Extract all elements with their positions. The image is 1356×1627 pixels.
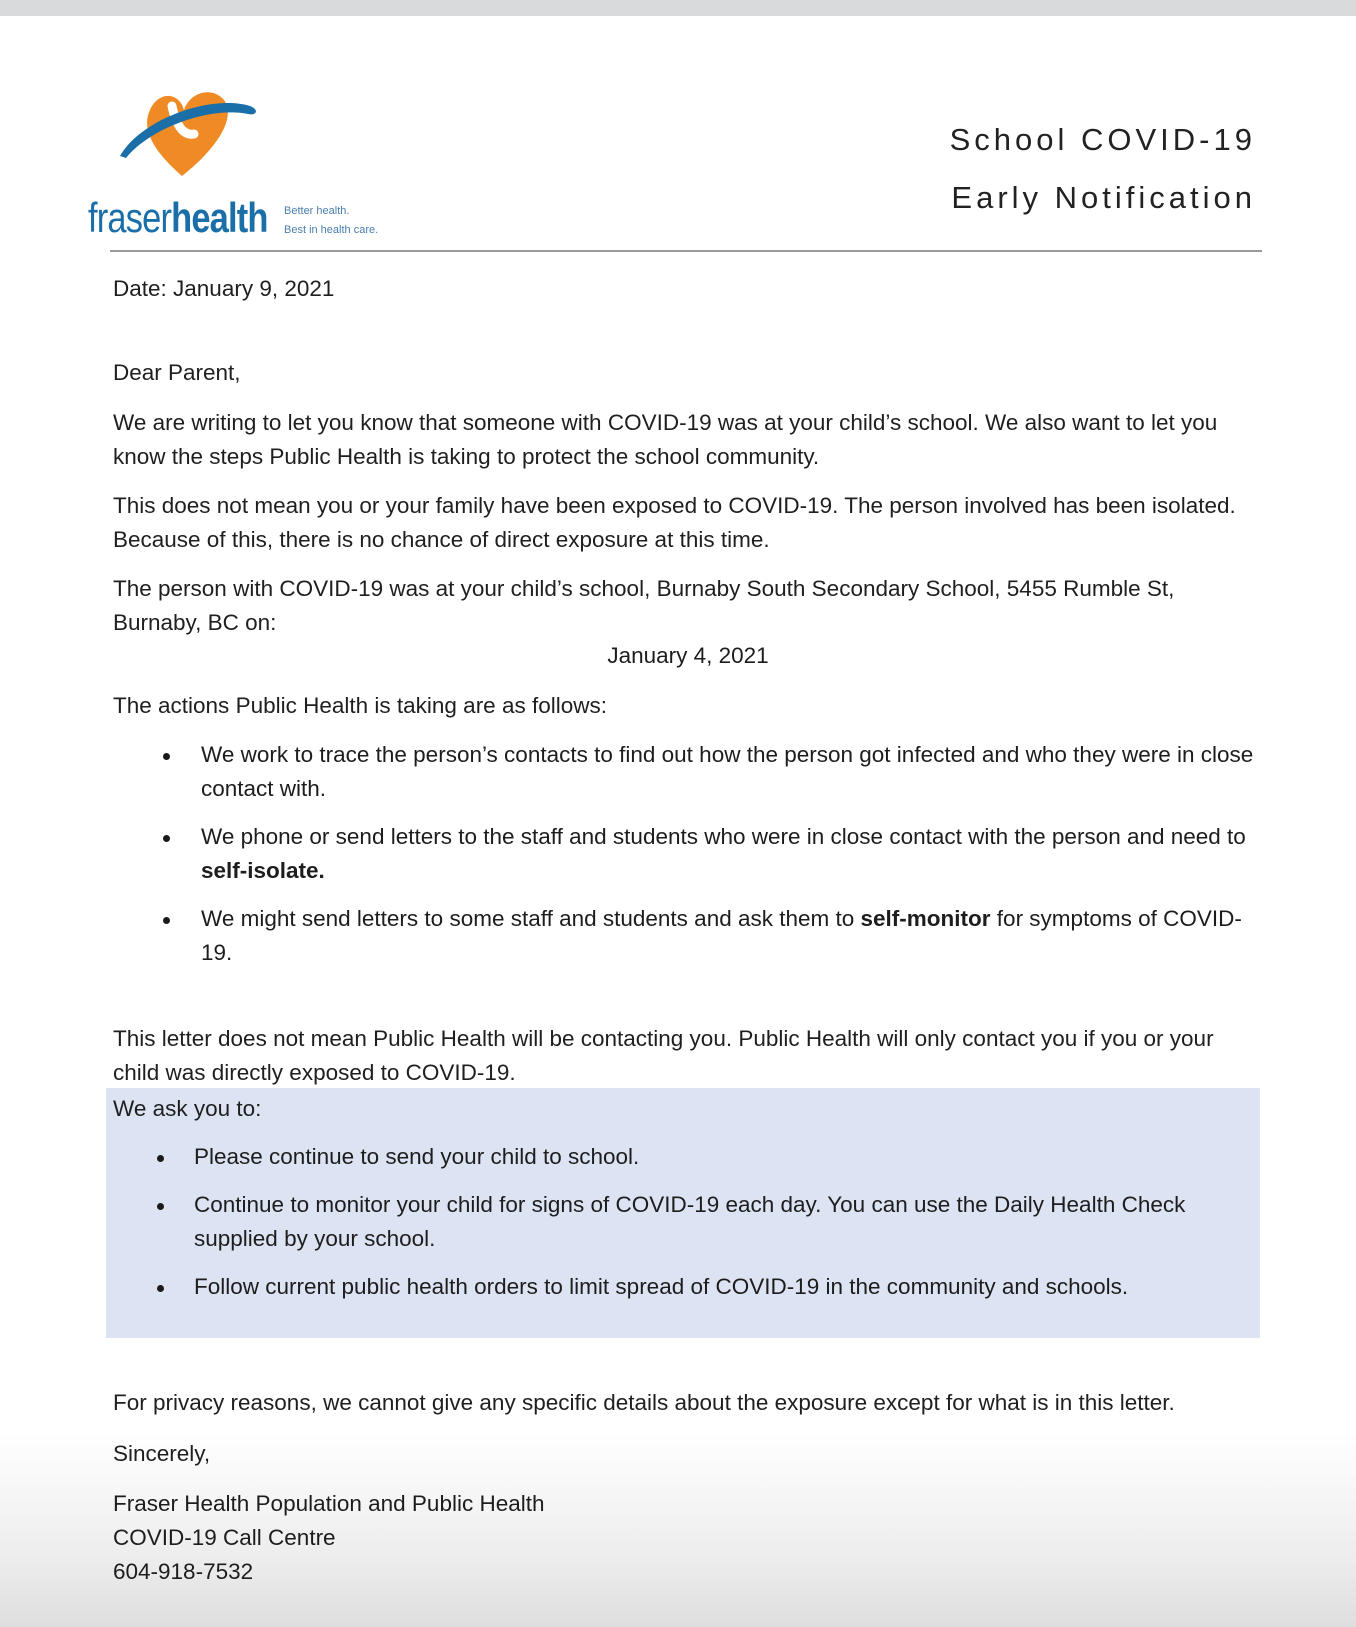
ask-item-1: Please continue to send your child to sc… xyxy=(194,1144,640,1169)
ask-item-3: Follow current public health orders to l… xyxy=(194,1274,1129,1299)
logo-tagline-2: Best in health care. xyxy=(284,224,379,236)
actions-list: We work to trace the person’s contacts t… xyxy=(113,738,1263,984)
ask-item-2: Continue to monitor your child for signs… xyxy=(194,1192,1186,1251)
action-item-2-text: We phone or send letters to the staff an… xyxy=(201,824,1246,849)
bullet-icon xyxy=(163,917,170,924)
bullet-icon xyxy=(157,1155,164,1162)
action-item-1: We work to trace the person’s contacts t… xyxy=(201,742,1254,801)
action-item-2-bold: self-isolate. xyxy=(201,858,325,883)
signature-line-1: Fraser Health Population and Public Heal… xyxy=(113,1491,545,1516)
exposure-date: January 4, 2021 xyxy=(607,643,769,668)
paragraph-4: This letter does not mean Public Health … xyxy=(113,1026,1214,1085)
header-divider xyxy=(110,250,1262,252)
letter-date: Date: January 9, 2021 xyxy=(113,276,335,301)
ask-list: Please continue to send your child to sc… xyxy=(113,1140,1263,1318)
salutation: Dear Parent, xyxy=(113,360,241,385)
signature-block: Fraser Health Population and Public Heal… xyxy=(113,1487,545,1589)
heart-swoosh-icon xyxy=(120,92,256,176)
signature-phone: 604-918-7532 xyxy=(113,1559,254,1584)
logo-tagline: Better health. Best in health care. xyxy=(284,202,378,240)
bullet-icon xyxy=(163,835,170,842)
logo-tagline-1: Better health. xyxy=(284,205,350,217)
bullet-icon xyxy=(163,753,170,760)
ask-highlight-box: We ask you to: Please continue to send y… xyxy=(106,1088,1260,1338)
logo-word-light: fraser xyxy=(88,194,172,241)
list-item: Follow current public health orders to l… xyxy=(113,1270,1263,1304)
signature-line-2: COVID-19 Call Centre xyxy=(113,1525,336,1550)
letter-page: fraserhealth Better health. Best in heal… xyxy=(0,16,1356,1627)
document-title: School COVID-19 Early Notification xyxy=(950,111,1256,227)
privacy-note: For privacy reasons, we cannot give any … xyxy=(113,1390,1175,1415)
paragraph-1: We are writing to let you know that some… xyxy=(113,410,1218,469)
paragraph-3: The person with COVID-19 was at your chi… xyxy=(113,576,1175,635)
action-item-3-text-a: We might send letters to some staff and … xyxy=(201,906,861,931)
closing: Sincerely, xyxy=(113,1441,211,1466)
logo-wordmark: fraserhealth xyxy=(88,194,268,242)
bullet-icon xyxy=(157,1203,164,1210)
action-item-3-bold: self-monitor xyxy=(860,906,991,931)
list-item: Please continue to send your child to sc… xyxy=(113,1140,1263,1174)
list-item: Continue to monitor your child for signs… xyxy=(113,1188,1263,1256)
list-item: We work to trace the person’s contacts t… xyxy=(113,738,1263,806)
logo-word-bold: health xyxy=(171,194,268,241)
ask-intro: We ask you to: xyxy=(113,1096,262,1121)
paragraph-2: This does not mean you or your family ha… xyxy=(113,493,1236,552)
fraserhealth-logo: fraserhealth Better health. Best in heal… xyxy=(86,76,406,246)
bullet-icon xyxy=(157,1285,164,1292)
title-line-1: School COVID-19 xyxy=(949,122,1256,157)
actions-intro: The actions Public Health is taking are … xyxy=(113,693,607,718)
list-item: We phone or send letters to the staff an… xyxy=(113,820,1263,888)
title-line-2: Early Notification xyxy=(951,180,1256,215)
list-item: We might send letters to some staff and … xyxy=(113,902,1263,970)
